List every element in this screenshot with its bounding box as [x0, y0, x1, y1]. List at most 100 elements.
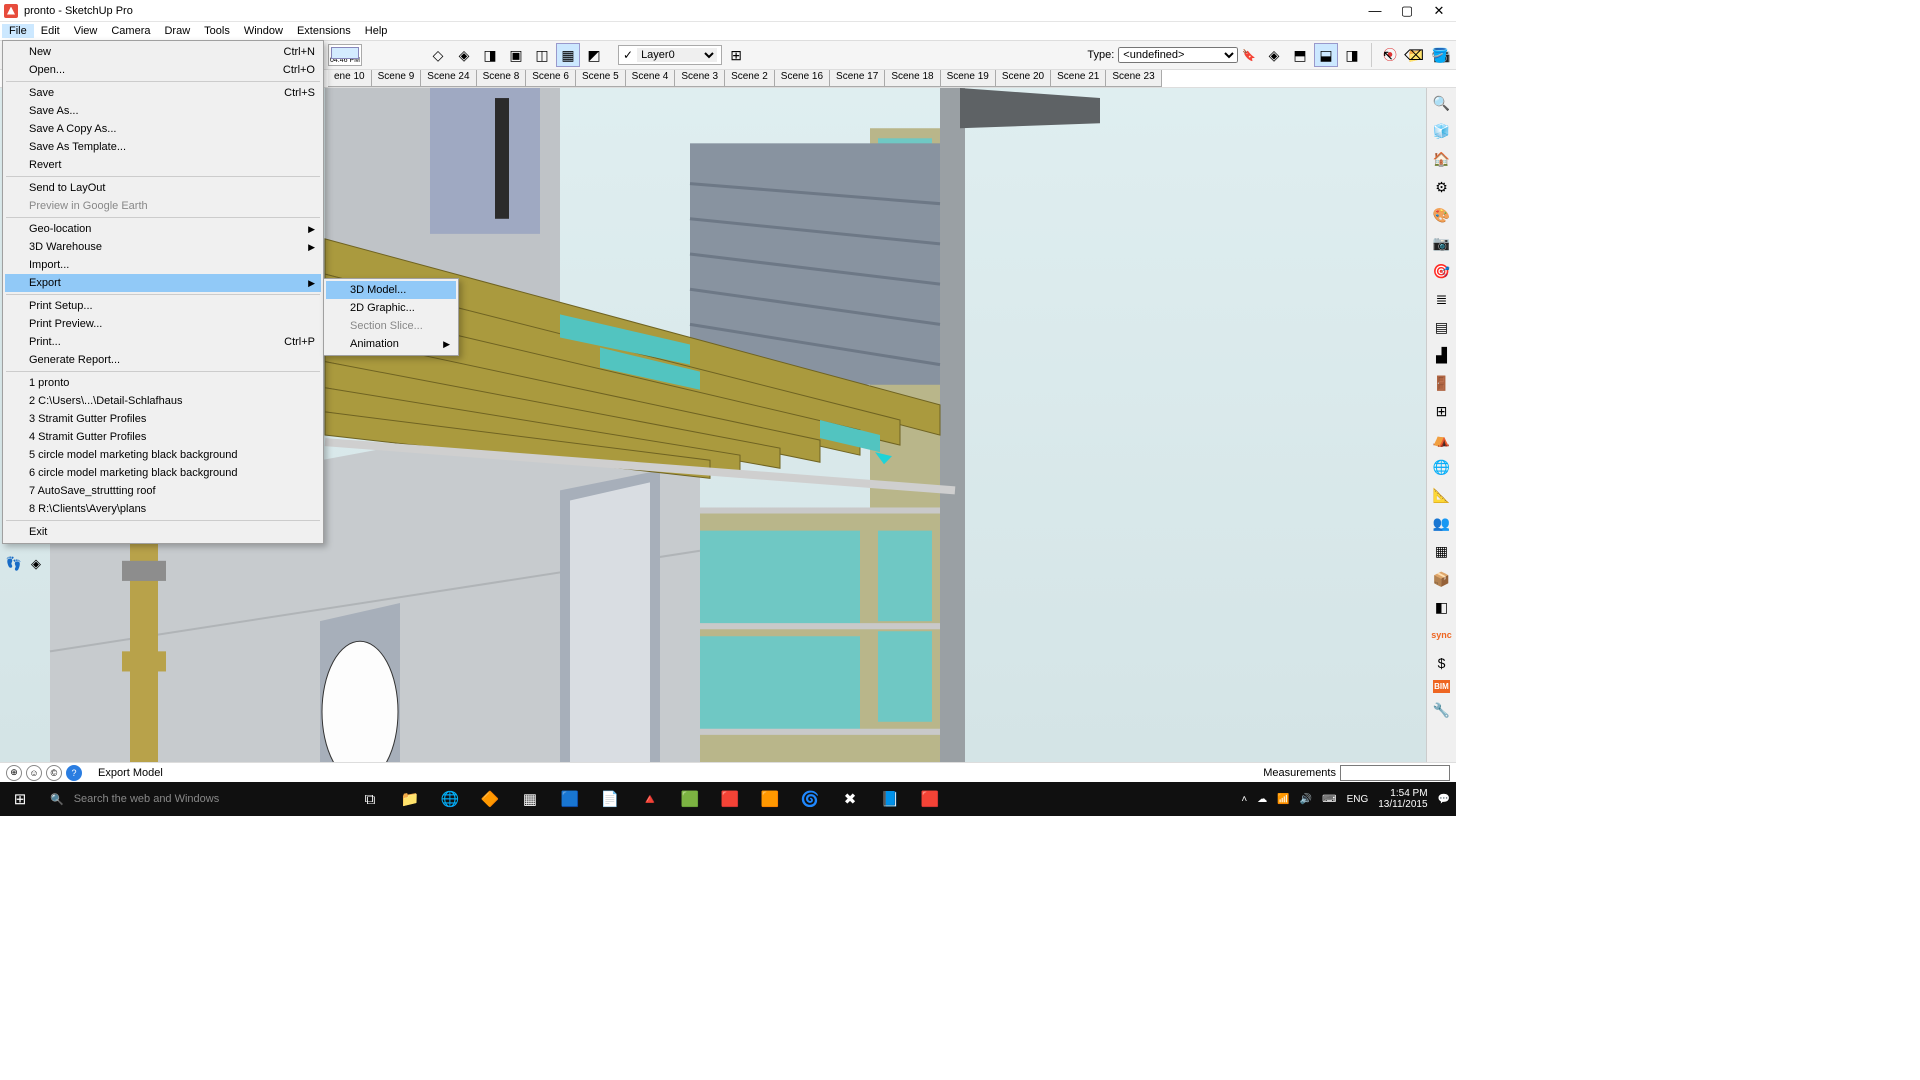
- file-menu-item[interactable]: Save As Template...: [5, 138, 321, 156]
- file-menu-item[interactable]: NewCtrl+N: [5, 43, 321, 61]
- shadow-clock-widget[interactable]: 04:46 PM: [328, 44, 362, 66]
- tray-lang[interactable]: ENG: [1347, 794, 1369, 805]
- scene-tab[interactable]: Scene 21: [1051, 70, 1106, 87]
- style-backedges-icon[interactable]: ◩: [582, 43, 606, 67]
- menu-camera[interactable]: Camera: [104, 24, 157, 38]
- style-shaded-icon[interactable]: ◨: [478, 43, 502, 67]
- scene-tab[interactable]: Scene 19: [941, 70, 996, 87]
- front-view-icon[interactable]: ⬓: [1314, 43, 1338, 67]
- taskbar-search[interactable]: 🔍 Search the web and Windows: [40, 782, 340, 816]
- app-icon-2[interactable]: ▦: [510, 782, 550, 816]
- file-menu-item[interactable]: 5 circle model marketing black backgroun…: [5, 446, 321, 464]
- scene-tab[interactable]: Scene 2: [725, 70, 775, 87]
- scene-tab[interactable]: Scene 24: [421, 70, 476, 87]
- gear-icon[interactable]: ⚙: [1431, 176, 1453, 198]
- profile-icon[interactable]: 📐: [1431, 484, 1453, 506]
- box-icon[interactable]: 📦: [1431, 568, 1453, 590]
- app-icon-g[interactable]: 🟦: [550, 782, 590, 816]
- wall-icon[interactable]: ▤: [1431, 316, 1453, 338]
- door-icon[interactable]: 🚪: [1431, 372, 1453, 394]
- file-menu-item[interactable]: Revert: [5, 156, 321, 174]
- start-button[interactable]: ⊞: [0, 782, 40, 816]
- sheets-icon[interactable]: 🟩: [670, 782, 710, 816]
- export-submenu-item[interactable]: 2D Graphic...: [326, 299, 456, 317]
- type-apply-icon[interactable]: 🔖: [1242, 49, 1256, 62]
- task-view-icon[interactable]: ⧉: [350, 782, 390, 816]
- window-icon[interactable]: ⊞: [1431, 400, 1453, 422]
- app-icon-1[interactable]: 🔶: [470, 782, 510, 816]
- app-icon-swirl[interactable]: 🌀: [790, 782, 830, 816]
- camera-icon[interactable]: 📷: [1431, 232, 1453, 254]
- scene-tab[interactable]: Scene 16: [775, 70, 830, 87]
- select-icon[interactable]: ↖: [1376, 43, 1400, 67]
- tray-clock[interactable]: 1:54 PM 13/11/2015: [1378, 788, 1427, 810]
- file-menu-item[interactable]: 8 R:\Clients\Avery\plans: [5, 500, 321, 518]
- menu-tools[interactable]: Tools: [197, 24, 237, 38]
- scene-tab[interactable]: Scene 23: [1106, 70, 1161, 87]
- scene-tab[interactable]: Scene 6: [526, 70, 576, 87]
- tray-chevron-icon[interactable]: ˄: [1241, 794, 1247, 805]
- scene-tab[interactable]: Scene 4: [626, 70, 676, 87]
- minimize-button[interactable]: —: [1368, 4, 1382, 18]
- file-menu-item[interactable]: 6 circle model marketing black backgroun…: [5, 464, 321, 482]
- tray-cloud-icon[interactable]: ☁: [1257, 794, 1267, 805]
- ifc-globe-icon[interactable]: 🌐: [1431, 456, 1453, 478]
- style-wireframe-icon[interactable]: ◇: [426, 43, 450, 67]
- scene-tab[interactable]: ene 10: [328, 70, 372, 87]
- geo-status-icon[interactable]: ⊕: [6, 765, 22, 781]
- export-submenu-item[interactable]: Animation▶: [326, 335, 456, 353]
- type-select[interactable]: <undefined>: [1118, 47, 1238, 63]
- file-explorer-icon[interactable]: 📁: [390, 782, 430, 816]
- sync-label[interactable]: sync: [1431, 624, 1453, 646]
- stairs-icon[interactable]: ▟: [1431, 344, 1453, 366]
- file-menu-item[interactable]: Geo-location▶: [5, 220, 321, 238]
- close-button[interactable]: ✕: [1432, 4, 1446, 18]
- style-hidden-icon[interactable]: ◈: [452, 43, 476, 67]
- file-menu-item[interactable]: Open...Ctrl+O: [5, 61, 321, 79]
- layer-select[interactable]: Layer0: [637, 48, 717, 62]
- search-icon[interactable]: 🔍: [1431, 92, 1453, 114]
- tray-wifi-icon[interactable]: 📶: [1277, 794, 1289, 805]
- app-icon-book[interactable]: 📘: [870, 782, 910, 816]
- model-icon[interactable]: ◧: [1431, 596, 1453, 618]
- eraser-icon[interactable]: ⌫: [1402, 43, 1426, 67]
- iso-icon[interactable]: ◈: [1262, 43, 1286, 67]
- file-menu-item[interactable]: 7 AutoSave_struttting roof: [5, 482, 321, 500]
- file-menu-item[interactable]: Print...Ctrl+P: [5, 333, 321, 351]
- file-menu-item[interactable]: 1 pronto: [5, 374, 321, 392]
- file-menu-item[interactable]: Export▶: [5, 274, 321, 292]
- target-icon[interactable]: 🎯: [1431, 260, 1453, 282]
- file-menu-item[interactable]: Save A Copy As...: [5, 120, 321, 138]
- style-mono-icon[interactable]: ◫: [530, 43, 554, 67]
- tray-keyboard-icon[interactable]: ⌨: [1322, 794, 1336, 805]
- file-menu-item[interactable]: 3D Warehouse▶: [5, 238, 321, 256]
- file-menu-item[interactable]: 2 C:\Users\...\Detail-Schlafhaus: [5, 392, 321, 410]
- file-menu-item[interactable]: Print Preview...: [5, 315, 321, 333]
- drive-icon[interactable]: 🔺: [630, 782, 670, 816]
- file-menu-item[interactable]: Exit: [5, 523, 321, 541]
- top-view-icon[interactable]: ⬒: [1288, 43, 1312, 67]
- layer-manager-icon[interactable]: ⊞: [724, 43, 748, 67]
- file-menu-item[interactable]: 3 Stramit Gutter Profiles: [5, 410, 321, 428]
- diamond-icon[interactable]: ◈: [26, 554, 46, 574]
- file-menu-item[interactable]: Send to LayOut: [5, 179, 321, 197]
- palette-icon[interactable]: 🎨: [1431, 204, 1453, 226]
- layers-icon[interactable]: ≣: [1431, 288, 1453, 310]
- export-submenu-item[interactable]: 3D Model...: [326, 281, 456, 299]
- layer-selector[interactable]: ✓ Layer0: [618, 45, 722, 65]
- paint-icon[interactable]: 🪣: [1428, 43, 1452, 67]
- chrome-icon[interactable]: 🌐: [430, 782, 470, 816]
- tray-volume-icon[interactable]: 🔊: [1300, 794, 1312, 805]
- docs-icon[interactable]: 📄: [590, 782, 630, 816]
- roof-icon[interactable]: ⛺: [1431, 428, 1453, 450]
- menu-window[interactable]: Window: [237, 24, 290, 38]
- style-shadedtex-icon[interactable]: ▣: [504, 43, 528, 67]
- scene-tab[interactable]: Scene 3: [675, 70, 725, 87]
- app-icon-g2[interactable]: 🟧: [750, 782, 790, 816]
- menu-extensions[interactable]: Extensions: [290, 24, 358, 38]
- grid-icon[interactable]: ▦: [1431, 540, 1453, 562]
- bim-badge[interactable]: BIM: [1433, 680, 1450, 693]
- scene-tab[interactable]: Scene 9: [372, 70, 422, 87]
- menu-draw[interactable]: Draw: [157, 24, 197, 38]
- scene-tab[interactable]: Scene 20: [996, 70, 1051, 87]
